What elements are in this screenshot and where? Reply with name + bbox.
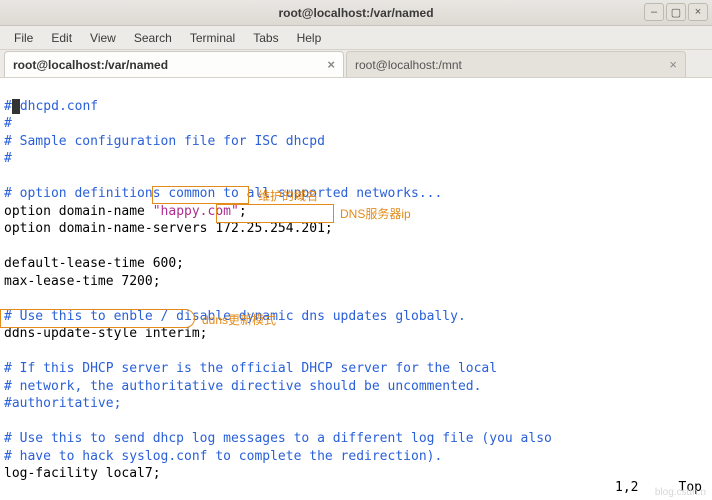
code-line: # have to hack syslog.conf to complete t…	[4, 449, 442, 464]
scroll-position: Top	[679, 479, 702, 497]
code-line: default-lease-time 600;	[4, 256, 184, 271]
code-line: # Sample configuration file for ISC dhcp…	[4, 134, 325, 149]
menu-view[interactable]: View	[82, 28, 124, 48]
code-line: # Use this to enble / disable dynamic dn…	[4, 309, 466, 324]
terminal-tab-active[interactable]: root@localhost:/var/named ×	[4, 51, 344, 77]
code-line: # option definitions common to all suppo…	[4, 186, 442, 201]
code-line: #dhcpd.conf	[4, 99, 98, 114]
tab-label: root@localhost:/var/named	[13, 58, 317, 72]
tab-label: root@localhost:/mnt	[355, 58, 659, 72]
cursor-position: 1,2	[615, 479, 638, 497]
code-line: option domain-name "happy.com";	[4, 204, 247, 219]
menu-edit[interactable]: Edit	[43, 28, 80, 48]
terminal-tab-inactive[interactable]: root@localhost:/mnt ×	[346, 51, 686, 77]
code-line: # Use this to send dhcp log messages to …	[4, 431, 552, 446]
close-button[interactable]: ×	[688, 3, 708, 21]
terminal-content[interactable]: #dhcpd.conf # # Sample configuration fil…	[0, 78, 712, 500]
text-cursor	[12, 99, 20, 114]
code-line: #	[4, 151, 12, 166]
code-line: max-lease-time 7200;	[4, 274, 161, 289]
window-titlebar: root@localhost:/var/named – ▢ ×	[0, 0, 712, 26]
tab-close-icon[interactable]: ×	[669, 57, 677, 72]
tab-bar: root@localhost:/var/named × root@localho…	[0, 50, 712, 78]
code-line: # If this DHCP server is the official DH…	[4, 361, 497, 376]
vim-status: 1,2 Top	[615, 479, 702, 497]
code-line: #	[4, 116, 12, 131]
window-controls: – ▢ ×	[644, 3, 708, 21]
menu-terminal[interactable]: Terminal	[182, 28, 243, 48]
code-line: log-facility local7;	[4, 466, 161, 481]
menu-bar: File Edit View Search Terminal Tabs Help	[0, 26, 712, 50]
annotation-label-dns: DNS服务器ip	[340, 206, 411, 224]
menu-file[interactable]: File	[6, 28, 41, 48]
window-title: root@localhost:/var/named	[278, 6, 433, 20]
menu-tabs[interactable]: Tabs	[245, 28, 286, 48]
menu-help[interactable]: Help	[289, 28, 330, 48]
code-line: ddns-update-style interim;	[4, 326, 208, 341]
menu-search[interactable]: Search	[126, 28, 180, 48]
maximize-button[interactable]: ▢	[666, 3, 686, 21]
code-line: # network, the authoritative directive s…	[4, 379, 481, 394]
tab-close-icon[interactable]: ×	[327, 57, 335, 72]
code-line: #authoritative;	[4, 396, 121, 411]
minimize-button[interactable]: –	[644, 3, 664, 21]
code-line: option domain-name-servers 172.25.254.20…	[4, 221, 333, 236]
